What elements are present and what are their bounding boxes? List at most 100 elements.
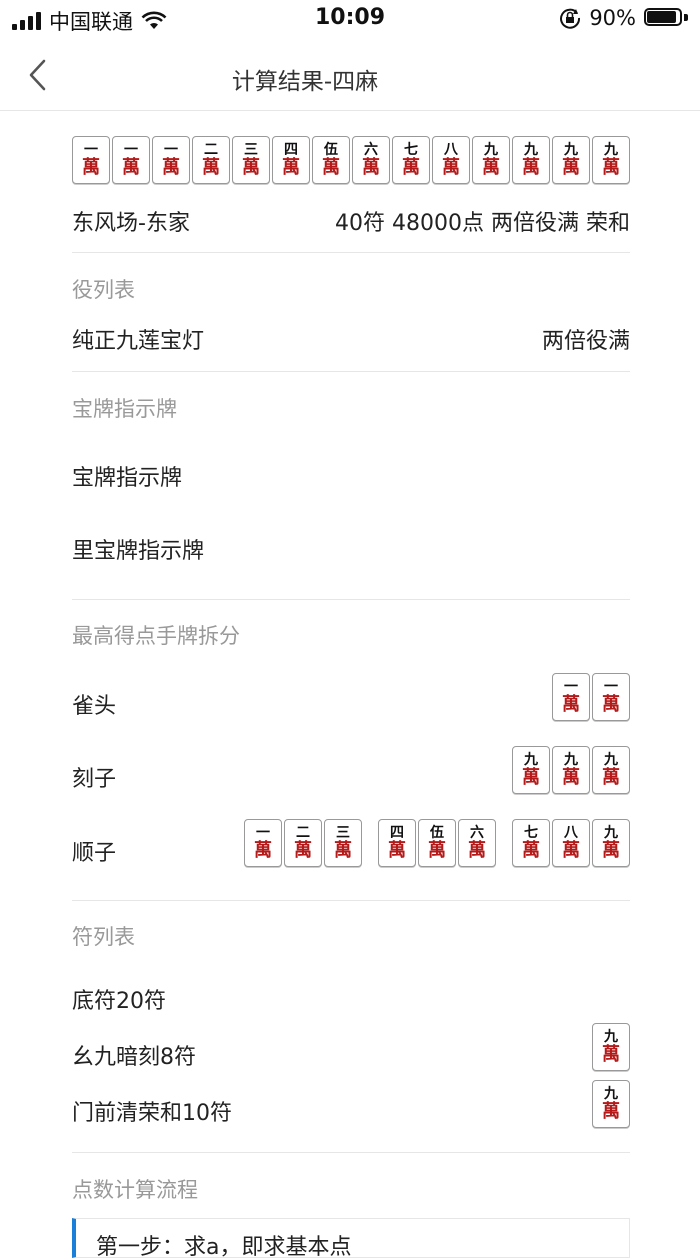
triplet-tiles: 九萬九萬九萬 <box>512 746 630 794</box>
tile-suit: 萬 <box>254 840 272 861</box>
tile-number: 九 <box>604 1029 618 1045</box>
tile-suit: 萬 <box>402 157 420 178</box>
hand-tile: 六萬 <box>352 136 390 184</box>
page-title: 计算结果-四麻 <box>231 69 379 95</box>
hand-tile: 一萬 <box>152 136 190 184</box>
tile-suit: 萬 <box>602 1044 620 1065</box>
tile-suit: 萬 <box>242 157 260 178</box>
tile-suit: 萬 <box>468 840 486 861</box>
tile-number: 一 <box>84 142 98 158</box>
triplet-label: 刻子 <box>72 767 117 792</box>
tile-number: 一 <box>564 679 578 695</box>
tile-suit: 萬 <box>362 157 380 178</box>
tile-number: 九 <box>604 825 618 841</box>
tile-suit: 萬 <box>388 840 406 861</box>
pair-tiles: 一萬一萬 <box>552 673 630 721</box>
dora-section-title: 宝牌指示牌 <box>72 397 177 421</box>
tile-suit: 萬 <box>202 157 220 178</box>
hand-tile: 二萬 <box>192 136 230 184</box>
hand-tile: 九萬 <box>552 136 590 184</box>
tile-suit: 萬 <box>602 767 620 788</box>
hand-tile: 一萬 <box>72 136 110 184</box>
fu-item-base: 底符20符 <box>72 989 166 1014</box>
tile-suit: 萬 <box>162 157 180 178</box>
fu-tile: 九萬 <box>592 1023 630 1071</box>
tile-number: 九 <box>484 142 498 158</box>
tile-suit: 萬 <box>482 157 500 178</box>
tile-number: 一 <box>124 142 138 158</box>
triplet-tile: 九萬 <box>552 746 590 794</box>
tile-number: 二 <box>204 142 218 158</box>
tile-suit: 萬 <box>522 767 540 788</box>
hand-tile: 八萬 <box>432 136 470 184</box>
battery-percent: 90% <box>589 6 636 30</box>
hand-tile: 七萬 <box>392 136 430 184</box>
status-bar: 中国联通 10:09 90% <box>0 0 700 40</box>
ura-dora-label: 里宝牌指示牌 <box>72 539 205 564</box>
hand-tile: 一萬 <box>112 136 150 184</box>
flow-step-1: 第一步：求a，即求基本点 <box>72 1218 630 1258</box>
divider <box>72 252 630 253</box>
tile-suit: 萬 <box>522 840 540 861</box>
rotation-lock-icon <box>560 8 581 29</box>
score-summary: 40符 48000点 两倍役满 荣和 <box>335 211 630 236</box>
wind-seat: 东风场-东家 <box>72 211 190 236</box>
fu-item-closed-ron: 门前清荣和10符 <box>72 1101 232 1126</box>
tile-number: 一 <box>604 679 618 695</box>
tile-number: 九 <box>604 1086 618 1102</box>
tile-number: 六 <box>364 142 378 158</box>
hand-tiles: 一萬一萬一萬二萬三萬四萬伍萬六萬七萬八萬九萬九萬九萬九萬 <box>72 136 630 184</box>
tile-number: 四 <box>284 142 298 158</box>
fu-section-title: 符列表 <box>72 925 135 949</box>
tile-number: 九 <box>604 142 618 158</box>
tile-suit: 萬 <box>82 157 100 178</box>
sequence-label: 顺子 <box>72 841 117 866</box>
tile-suit: 萬 <box>562 767 580 788</box>
tile-suit: 萬 <box>442 157 460 178</box>
tile-number: 伍 <box>324 142 338 158</box>
sequence-tiles: 一萬二萬三萬四萬伍萬六萬七萬八萬九萬 <box>244 819 630 867</box>
tile-number: 伍 <box>430 825 444 841</box>
split-section-title: 最高得点手牌拆分 <box>72 624 240 648</box>
tile-suit: 萬 <box>282 157 300 178</box>
tile-suit: 萬 <box>122 157 140 178</box>
hand-tile: 九萬 <box>472 136 510 184</box>
sequence-group: 一萬二萬三萬 <box>244 819 362 867</box>
sequence-tile: 一萬 <box>244 819 282 867</box>
sequence-tile: 九萬 <box>592 819 630 867</box>
pair-label: 雀头 <box>72 694 117 719</box>
tile-number: 九 <box>564 752 578 768</box>
tile-number: 七 <box>524 825 538 841</box>
tile-suit: 萬 <box>334 840 352 861</box>
tile-suit: 萬 <box>522 157 540 178</box>
tile-suit: 萬 <box>322 157 340 178</box>
tile-suit: 萬 <box>294 840 312 861</box>
fu-closed-ron-tile: 九萬 <box>592 1080 630 1128</box>
sequence-tile: 伍萬 <box>418 819 456 867</box>
hand-tile: 伍萬 <box>312 136 350 184</box>
hand-tile: 九萬 <box>512 136 550 184</box>
sequence-tile: 四萬 <box>378 819 416 867</box>
tile-suit: 萬 <box>602 157 620 178</box>
tile-suit: 萬 <box>562 694 580 715</box>
nav-bar: 计算结果-四麻 <box>0 40 700 111</box>
tile-number: 七 <box>404 142 418 158</box>
sequence-group: 四萬伍萬六萬 <box>378 819 496 867</box>
divider <box>72 599 630 600</box>
sequence-tile: 七萬 <box>512 819 550 867</box>
tile-number: 九 <box>524 142 538 158</box>
yaku-value: 两倍役满 <box>541 329 630 354</box>
yaku-name: 纯正九莲宝灯 <box>72 329 205 354</box>
battery-icon <box>644 8 688 28</box>
pair-tile: 一萬 <box>552 673 590 721</box>
hand-tile: 四萬 <box>272 136 310 184</box>
fu-item-terminal-triplet: 幺九暗刻8符 <box>72 1045 196 1070</box>
tile-suit: 萬 <box>562 157 580 178</box>
tile-suit: 萬 <box>428 840 446 861</box>
hand-tile: 三萬 <box>232 136 270 184</box>
divider <box>72 371 630 372</box>
tile-suit: 萬 <box>602 694 620 715</box>
pair-tile: 一萬 <box>592 673 630 721</box>
fu-tile: 九萬 <box>592 1080 630 1128</box>
tile-number: 一 <box>256 825 270 841</box>
